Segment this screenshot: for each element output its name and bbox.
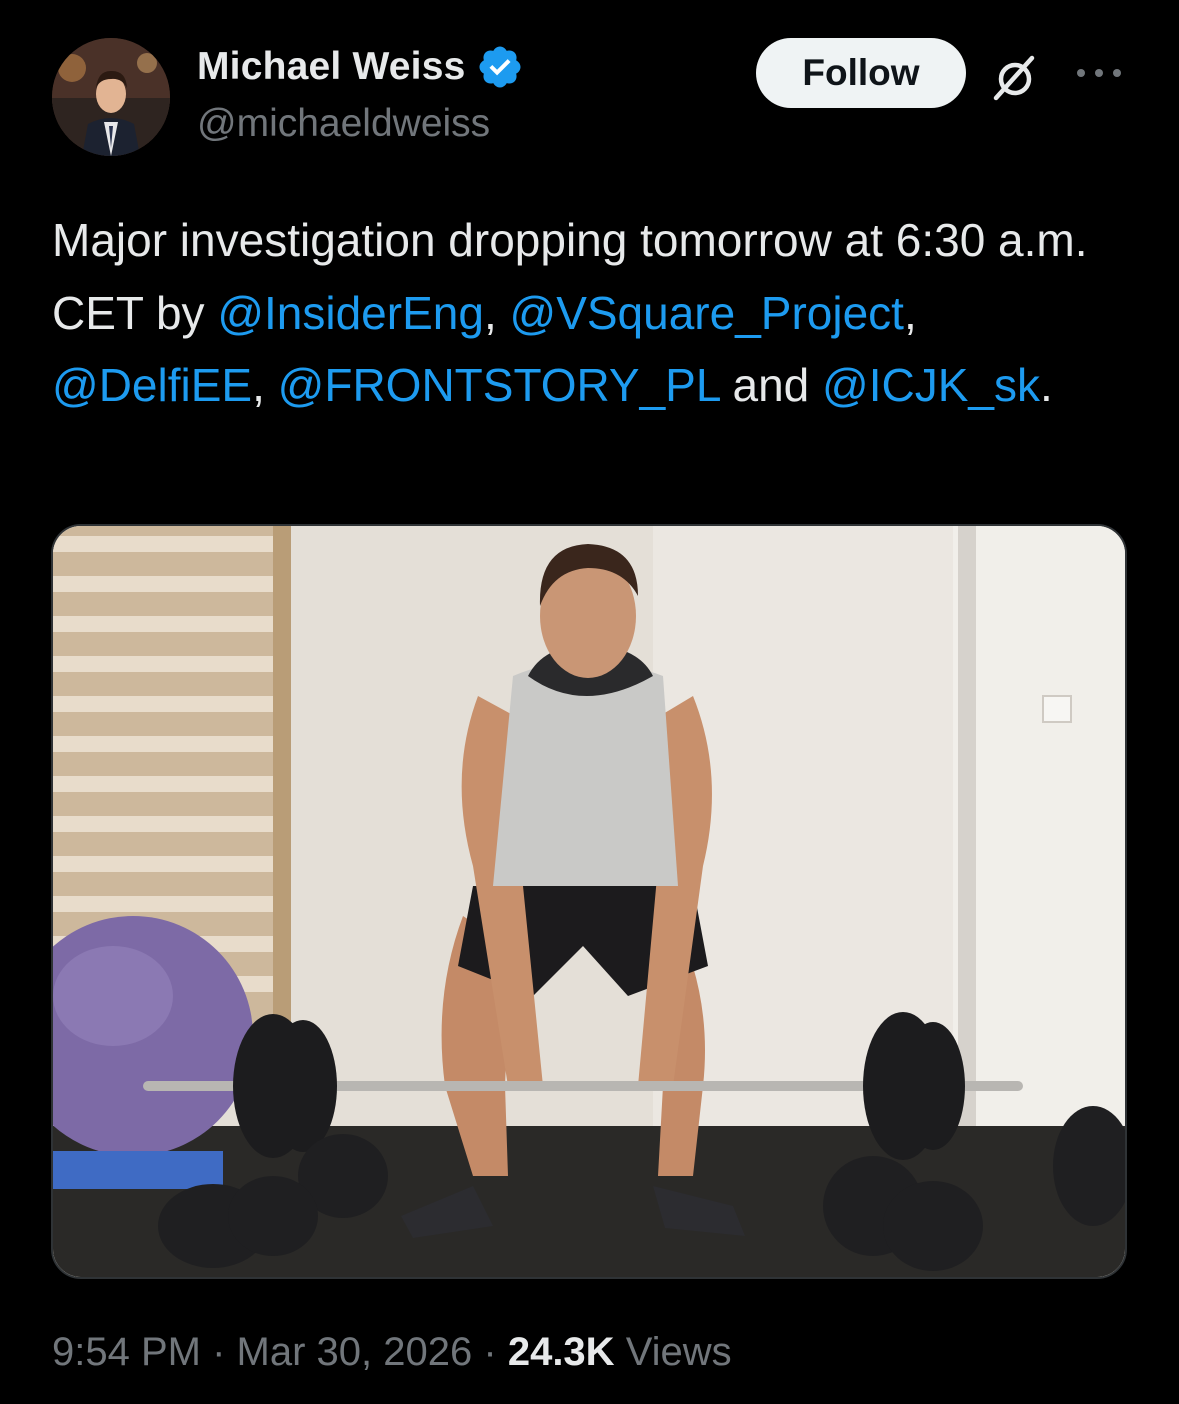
- mention-link[interactable]: @DelfiEE: [52, 359, 252, 411]
- author-name-row: Michael Weiss: [197, 42, 524, 92]
- tweet-text-segment: ,: [903, 286, 917, 339]
- meta-separator: ·: [212, 1330, 226, 1374]
- mention-link[interactable]: @VSquare_Project: [510, 287, 904, 339]
- tweet-text-segment: ,: [483, 286, 510, 339]
- tweet-text-segment: and: [719, 359, 823, 411]
- tweet-text-segment: ,: [252, 359, 278, 411]
- meta-separator: ·: [483, 1330, 497, 1374]
- views-count: 24.3K: [507, 1330, 615, 1374]
- tweet-media-image[interactable]: [51, 524, 1127, 1279]
- tweet-meta: 9:54 PM · Mar 30, 2026 · 24.3K Views: [52, 1330, 732, 1375]
- tweet-text: Major investigation dropping tomorrow at…: [52, 204, 1132, 422]
- author-display-name[interactable]: Michael Weiss: [197, 45, 466, 89]
- tweet-time[interactable]: 9:54 PM: [52, 1330, 201, 1374]
- avatar[interactable]: [52, 38, 170, 156]
- grok-icon[interactable]: [988, 50, 1042, 104]
- tweet-text-segment: .: [1040, 359, 1053, 411]
- workout-photo: [53, 526, 1125, 1277]
- mention-link[interactable]: @ICJK_sk: [822, 359, 1040, 411]
- follow-button[interactable]: Follow: [756, 38, 966, 108]
- avatar-photo: [52, 38, 170, 156]
- mention-link[interactable]: @FRONTSTORY_PL: [278, 359, 720, 411]
- author-handle[interactable]: @michaeldweiss: [197, 102, 490, 146]
- mention-link[interactable]: @InsiderEng: [217, 287, 484, 339]
- tweet-date[interactable]: Mar 30, 2026: [237, 1330, 473, 1374]
- verified-badge-icon[interactable]: [476, 43, 524, 91]
- more-icon[interactable]: [1074, 58, 1124, 88]
- views-label: Views: [625, 1330, 732, 1374]
